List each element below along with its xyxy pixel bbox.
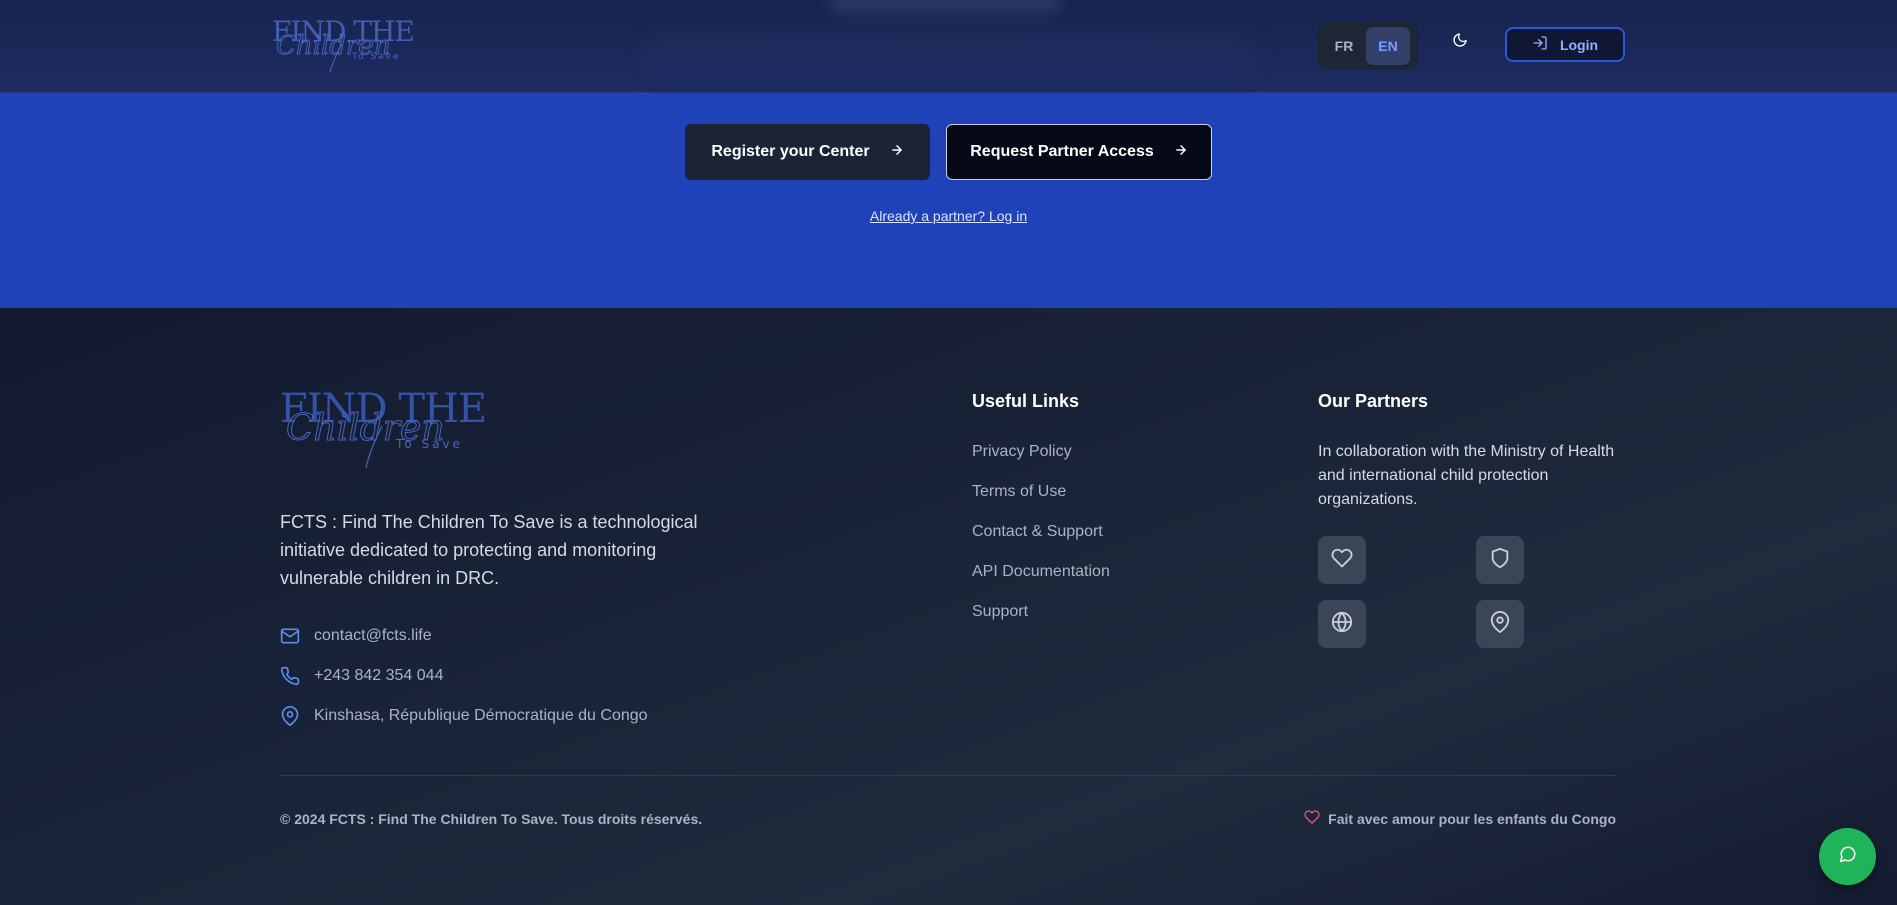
link-terms-of-use[interactable]: Terms of Use xyxy=(972,483,1066,501)
partner-tile-location xyxy=(1476,600,1524,648)
map-pin-icon xyxy=(1489,610,1511,638)
link-contact-support[interactable]: Contact & Support xyxy=(972,523,1103,541)
about-text: FCTS : Find The Children To Save is a te… xyxy=(280,512,698,588)
language-switcher: FR EN xyxy=(1318,22,1418,70)
heart-icon xyxy=(1331,547,1353,574)
useful-links-title: Useful Links xyxy=(972,391,1080,411)
link-api-documentation[interactable]: API Documentation xyxy=(972,563,1110,581)
header-background-blur xyxy=(830,0,1060,12)
chat-button[interactable] xyxy=(1819,828,1876,885)
our-partners-title: Our Partners xyxy=(1318,391,1429,411)
header-logo[interactable]: FIND THE Children To Save xyxy=(272,14,414,74)
footer-divider xyxy=(280,775,1617,776)
register-center-button[interactable]: Register your Center xyxy=(685,124,930,180)
link-privacy-policy[interactable]: Privacy Policy xyxy=(972,443,1072,461)
login-label: Login xyxy=(1559,36,1599,53)
contact-address: Kinshasa, République Démocratique du Con… xyxy=(280,706,648,726)
contact-phone[interactable]: +243 842 354 044 xyxy=(280,666,443,686)
contact-phone-text: +243 842 354 044 xyxy=(314,667,444,684)
contact-email-text: contact@fcts.life xyxy=(314,627,432,644)
globe-icon xyxy=(1331,611,1353,638)
site-footer: FIND THE Children To Save FCTS : Find Th… xyxy=(0,308,1897,905)
theme-toggle-button[interactable] xyxy=(1449,31,1471,53)
lang-fr-button[interactable]: FR xyxy=(1322,27,1366,65)
lang-en-button[interactable]: EN xyxy=(1366,27,1410,65)
partner-tile-heart xyxy=(1318,536,1366,584)
copyright-text: © 2024 FCTS : Find The Children To Save.… xyxy=(280,811,703,827)
cta-section: Register your Center Request Partner Acc… xyxy=(0,93,1897,308)
logo-line3: To Save xyxy=(395,437,463,451)
login-button[interactable]: Login xyxy=(1505,27,1625,62)
partners-description: In collaboration with the Ministry of He… xyxy=(1318,443,1615,508)
already-partner-login-link[interactable]: Already a partner? Log in xyxy=(0,208,1897,224)
log-in-icon xyxy=(1532,35,1548,54)
message-circle-icon xyxy=(1839,845,1857,868)
map-pin-icon xyxy=(280,706,300,726)
request-partner-access-label: Request Partner Access xyxy=(970,143,1154,160)
moon-icon xyxy=(1452,32,1468,53)
made-with-love: Fait avec amour pour les enfants du Cong… xyxy=(1304,809,1616,828)
partner-tile-shield xyxy=(1476,536,1524,584)
arrow-right-icon xyxy=(890,143,904,162)
site-header: FIND THE Children To Save FR EN Login xyxy=(0,0,1897,93)
header-background-blur xyxy=(650,40,1250,70)
mail-icon xyxy=(280,626,300,646)
link-support[interactable]: Support xyxy=(972,603,1028,621)
footer-logo[interactable]: FIND THE Children To Save xyxy=(280,384,484,470)
request-partner-access-button[interactable]: Request Partner Access xyxy=(946,124,1212,180)
contact-email[interactable]: contact@fcts.life xyxy=(280,626,432,646)
logo-line3: To Save xyxy=(351,52,400,62)
contact-address-text: Kinshasa, République Démocratique du Con… xyxy=(314,707,648,724)
partner-tile-globe xyxy=(1318,600,1366,648)
made-with-love-text: Fait avec amour pour les enfants du Cong… xyxy=(1328,810,1616,827)
phone-icon xyxy=(280,666,300,686)
arrow-right-icon xyxy=(1174,143,1188,162)
shield-icon xyxy=(1489,547,1511,574)
heart-icon xyxy=(1304,809,1320,828)
register-center-label: Register your Center xyxy=(711,143,870,160)
